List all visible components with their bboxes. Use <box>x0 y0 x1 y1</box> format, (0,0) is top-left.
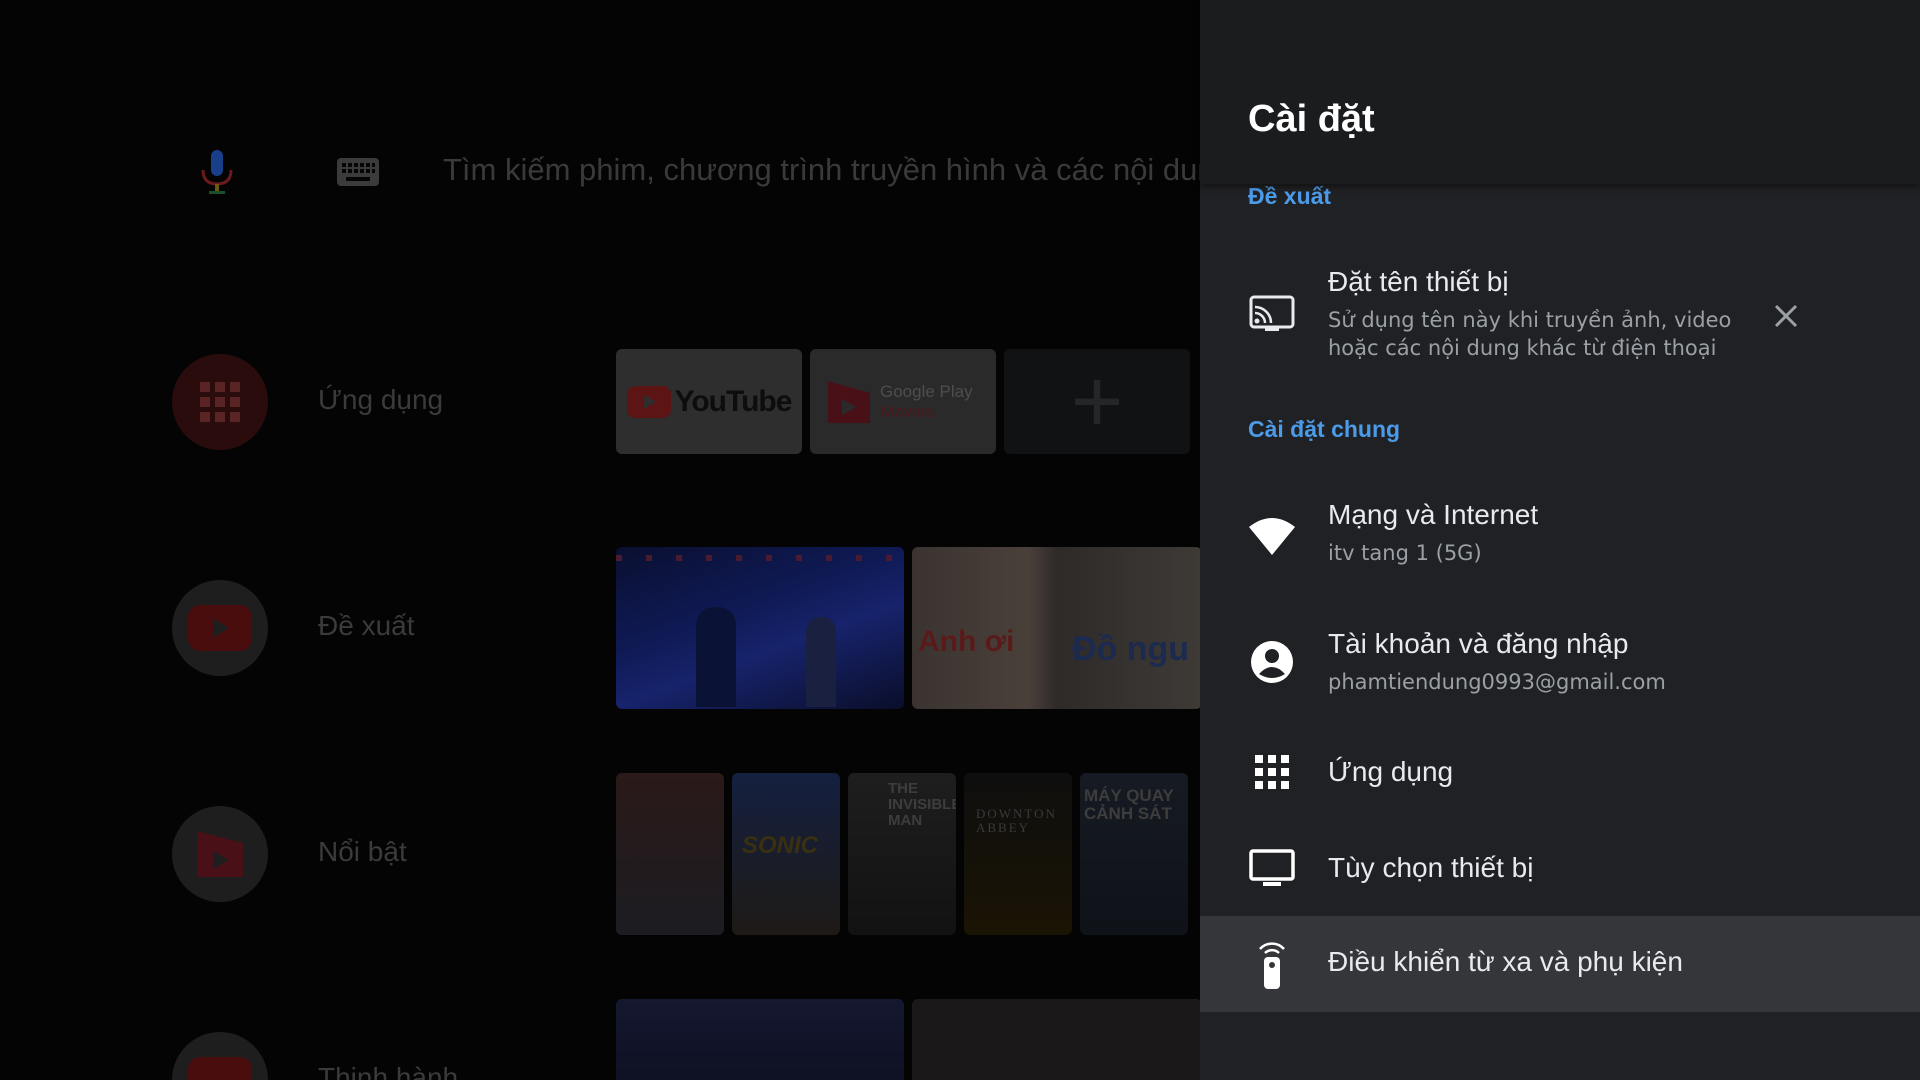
row-label-apps: Ứng dụng <box>318 384 444 415</box>
settings-item-title: Tùy chọn thiết bị <box>1328 852 1534 883</box>
keyboard-icon[interactable] <box>336 157 380 187</box>
google-play-movies-tile[interactable]: Google Play Movies <box>810 349 996 454</box>
apps-grid-icon <box>200 382 240 422</box>
settings-item-remotes-accessories[interactable]: Điều khiển từ xa và phụ kiện <box>1200 916 1920 1012</box>
trending-row-icon[interactable] <box>172 1032 268 1080</box>
play-movies-icon <box>197 831 243 877</box>
play-movies-icon <box>828 380 870 423</box>
settings-item-device-preferences[interactable]: Tùy chọn thiết bị <box>1200 836 1920 900</box>
youtube-logo-icon <box>626 385 671 418</box>
settings-item-title: Điều khiển từ xa và phụ kiện <box>1328 946 1683 977</box>
settings-item-subtitle: itv tang 1 (5G) <box>1328 541 1482 565</box>
movie-poster[interactable]: MÁY QUAY CẢNH SÁT <box>1080 773 1188 935</box>
remote-icon <box>1248 940 1296 989</box>
poster-title: SONIC <box>742 832 819 859</box>
youtube-app-label: YouTube <box>674 384 793 418</box>
movie-poster[interactable]: DOWNTON ABBEY <box>964 773 1072 935</box>
movie-poster[interactable]: THE INVISIBLE MAN <box>848 773 956 935</box>
wifi-icon <box>1248 511 1296 559</box>
add-icon: + <box>1070 351 1124 452</box>
row-label-suggested: Đề xuất <box>318 610 415 641</box>
tv-icon <box>1248 844 1296 892</box>
movie-poster[interactable] <box>616 773 724 935</box>
youtube-icon <box>188 1057 252 1080</box>
settings-item-subtitle: phamtiendung0993@gmail.com <box>1328 670 1666 694</box>
video-thumbnail[interactable] <box>616 547 904 709</box>
video-thumbnail[interactable] <box>912 999 1200 1080</box>
poster-title: MÁY QUAY CẢNH SÁT <box>1084 786 1174 823</box>
account-circle-icon <box>1248 638 1296 686</box>
thumbnail-caption: Anh ơi <box>918 625 1015 658</box>
movie-poster[interactable]: SONIC <box>732 773 840 935</box>
row-label-trending: Thịnh hành <box>318 1062 459 1080</box>
add-app-tile[interactable]: + <box>1004 349 1190 454</box>
close-icon[interactable] <box>1766 296 1806 336</box>
settings-item-title: Ứng dụng <box>1328 756 1454 787</box>
cast-icon <box>1248 290 1296 338</box>
google-play-label: Google Play <box>880 381 973 401</box>
thumbnail-caption: Đồ ngu <box>1072 630 1190 668</box>
settings-item-account[interactable]: Tài khoản và đăng nhập phamtiendung0993@… <box>1200 612 1920 722</box>
section-header-suggested: Đề xuất <box>1248 183 1332 209</box>
poster-title: DOWNTON ABBEY <box>976 806 1057 835</box>
settings-item-apps[interactable]: Ứng dụng <box>1200 740 1920 804</box>
featured-row-icon[interactable] <box>172 806 268 902</box>
youtube-icon <box>188 605 252 651</box>
settings-item-subtitle: Sử dụng tên này khi truyền ảnh, video ho… <box>1328 308 1732 360</box>
row-label-featured: Nổi bật <box>318 836 407 867</box>
movies-label: Movies <box>880 401 934 421</box>
settings-item-title: Đặt tên thiết bị <box>1328 266 1509 297</box>
settings-item-device-name[interactable]: Đặt tên thiết bị Sử dụng tên này khi tru… <box>1200 250 1920 370</box>
settings-item-network[interactable]: Mạng và Internet itv tang 1 (5G) <box>1200 483 1920 593</box>
suggested-row-icon[interactable] <box>172 580 268 676</box>
apps-grid-icon <box>1248 748 1296 796</box>
apps-row-icon[interactable] <box>172 354 268 450</box>
settings-item-title: Mạng và Internet <box>1328 499 1539 530</box>
settings-panel: Cài đặt Đề xuất Đặt tên thiết bị Sử dụng… <box>1200 0 1920 1080</box>
settings-header: Cài đặt <box>1200 0 1920 184</box>
section-header-general: Cài đặt chung <box>1248 416 1401 442</box>
settings-item-title: Tài khoản và đăng nhập <box>1328 628 1629 659</box>
youtube-app-tile[interactable]: YouTube <box>616 349 802 454</box>
launcher-background: Tìm kiếm phim, chương trình truyền hình … <box>0 0 1200 1080</box>
search-input[interactable]: Tìm kiếm phim, chương trình truyền hình … <box>443 152 1200 188</box>
microphone-icon[interactable] <box>195 148 239 196</box>
poster-title: THE INVISIBLE MAN <box>888 780 956 829</box>
video-thumbnail[interactable]: Anh ơi Đồ ngu <box>912 547 1200 709</box>
video-thumbnail[interactable] <box>616 999 904 1080</box>
page-title: Cài đặt <box>1248 98 1375 140</box>
